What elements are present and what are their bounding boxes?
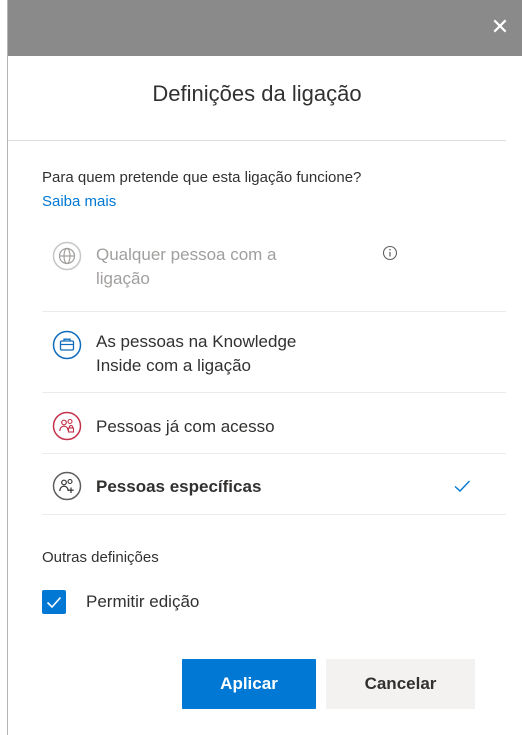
other-settings-heading: Outras definições xyxy=(42,549,159,566)
allow-edit-checkbox[interactable] xyxy=(42,590,66,614)
option-separator xyxy=(42,311,506,312)
globe-icon xyxy=(52,241,82,271)
option-organization-line2: Inside com a ligação xyxy=(96,356,251,375)
dialog-title: Definições da ligação xyxy=(152,81,362,106)
option-existing-access[interactable]: Pessoas já com acesso xyxy=(42,408,472,448)
link-settings-dialog: Definições da ligação Para quem pretende… xyxy=(8,56,522,735)
option-organization[interactable]: As pessoas na Knowledge Inside com a lig… xyxy=(42,326,472,386)
apply-button[interactable]: Aplicar xyxy=(182,659,316,709)
option-existing-access-label: Pessoas já com acesso xyxy=(96,417,275,436)
title-divider xyxy=(8,140,506,141)
option-anyone-line1: Qualquer pessoa com a xyxy=(96,245,277,264)
option-separator xyxy=(42,514,506,515)
option-specific-people-label: Pessoas específicas xyxy=(96,477,262,496)
organization-icon xyxy=(52,330,82,360)
option-anyone-label: Qualquer pessoa com a ligação xyxy=(96,243,277,291)
allow-edit-label[interactable]: Permitir edição xyxy=(86,592,199,612)
checkmark-icon xyxy=(454,480,471,492)
close-icon: ✕ xyxy=(490,15,510,40)
cancel-button[interactable]: Cancelar xyxy=(326,659,475,709)
people-add-icon xyxy=(52,471,82,501)
option-organization-line1: As pessoas na Knowledge xyxy=(96,332,297,351)
option-specific-people[interactable]: Pessoas específicas xyxy=(42,468,472,508)
title-bar: ✕ xyxy=(8,0,522,56)
info-icon[interactable] xyxy=(382,245,398,261)
learn-more-link[interactable]: Saiba mais xyxy=(42,193,116,210)
audience-question: Para quem pretende que esta ligação func… xyxy=(42,169,362,186)
option-anyone: Qualquer pessoa com a ligação xyxy=(42,239,472,295)
option-anyone-line2: ligação xyxy=(96,269,150,288)
option-organization-label: As pessoas na Knowledge Inside com a lig… xyxy=(96,330,296,378)
checkbox-check-icon xyxy=(46,596,62,609)
people-lock-icon xyxy=(52,411,82,441)
option-separator xyxy=(42,392,506,393)
option-separator xyxy=(42,453,506,454)
close-button[interactable]: ✕ xyxy=(490,15,510,40)
